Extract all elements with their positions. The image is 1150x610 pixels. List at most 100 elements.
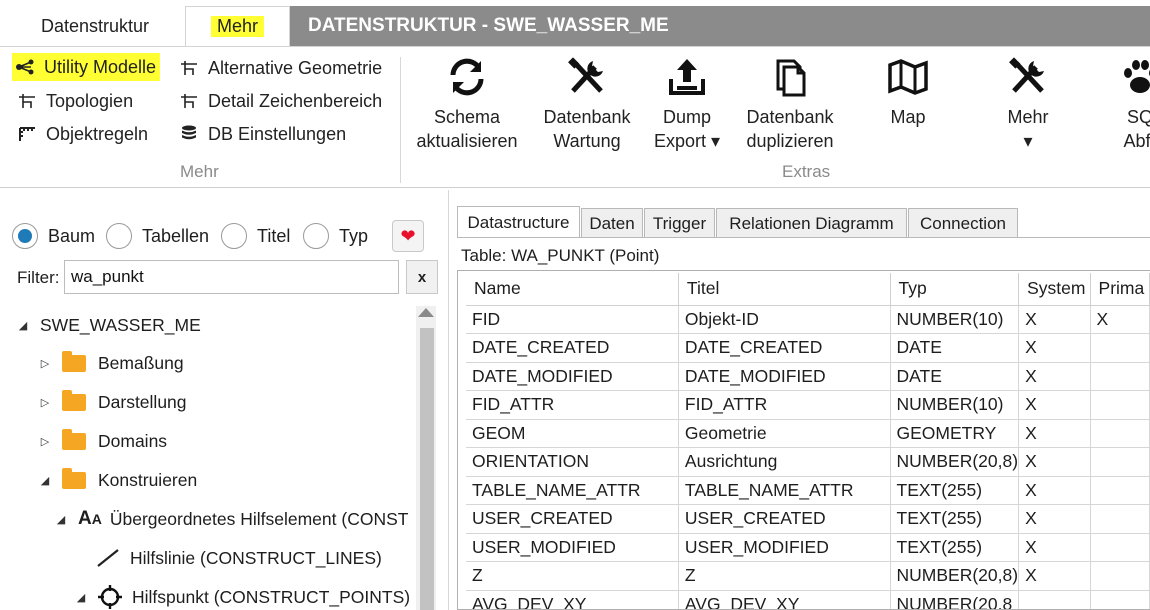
tree-node-konstruieren[interactable]: ◢ Konstruieren — [36, 465, 197, 495]
tree-node-darstellung[interactable]: ▷ Darstellung — [36, 387, 187, 417]
tree-node-root[interactable]: ◢ SWE_WASSER_ME — [14, 310, 201, 340]
table-cell[interactable] — [1090, 390, 1150, 420]
table-row[interactable]: TABLE_NAME_ATTR TABLE_NAME_ATTR TEXT(255) X — [466, 476, 1150, 505]
table-cell[interactable] — [1090, 362, 1150, 391]
table-cell[interactable]: DATE_MODIFIED — [466, 362, 679, 391]
table-cell[interactable]: Z — [466, 561, 679, 591]
favorites-button[interactable]: ❤ — [392, 220, 424, 252]
column-header[interactable]: Prima — [1090, 273, 1150, 306]
table-cell[interactable] — [1090, 561, 1150, 591]
table-cell[interactable]: DATE — [890, 333, 1020, 363]
table-cell[interactable] — [1090, 590, 1150, 609]
column-header[interactable]: Typ — [890, 273, 1020, 306]
table-cell[interactable]: X — [1018, 390, 1091, 420]
column-header[interactable]: Titel — [678, 273, 891, 306]
tab-connection[interactable]: Connection — [908, 208, 1018, 238]
table-cell[interactable]: NUMBER(20,8) — [890, 561, 1020, 591]
table-cell[interactable]: X — [1018, 333, 1091, 363]
table-cell[interactable]: ORIENTATION — [466, 447, 679, 477]
radio-tabellen[interactable]: Tabellen — [106, 220, 209, 252]
table-cell[interactable]: TEXT(255) — [890, 533, 1020, 562]
tab-datastructure[interactable]: Datastructure — [457, 206, 580, 238]
table-cell[interactable] — [1090, 447, 1150, 477]
table-cell[interactable]: NUMBER(10) — [890, 390, 1020, 420]
table-cell[interactable] — [1090, 504, 1150, 534]
tree-node-bemassung[interactable]: ▷ Bemaßung — [36, 348, 184, 378]
collapsed-arrow-icon[interactable]: ▷ — [36, 435, 54, 448]
expanded-arrow-icon[interactable]: ◢ — [72, 591, 90, 604]
objektregeln-button[interactable]: Objektregeln — [14, 120, 148, 148]
table-cell[interactable] — [1090, 333, 1150, 363]
table-cell[interactable]: TEXT(255) — [890, 504, 1020, 534]
mehr-dropdown-button[interactable]: Mehr ▾ — [988, 55, 1068, 153]
table-cell[interactable]: AVG_DEV_XY — [678, 590, 891, 609]
collapsed-arrow-icon[interactable]: ▷ — [36, 396, 54, 409]
table-cell[interactable]: X — [1018, 362, 1091, 391]
table-row[interactable]: AVG_DEV_XY AVG_DEV_XY NUMBER(20,8 — [466, 590, 1150, 609]
table-cell[interactable] — [1018, 590, 1091, 609]
utility-modelle-button[interactable]: Utility Modelle — [12, 53, 161, 81]
table-cell[interactable]: GEOM — [466, 419, 679, 448]
db-einstellungen-button[interactable]: DB Einstellungen — [176, 120, 346, 148]
table-cell[interactable]: USER_MODIFIED — [466, 533, 679, 562]
topologien-button[interactable]: Topologien — [14, 87, 133, 115]
table-row[interactable]: FID_ATTR FID_ATTR NUMBER(10) X — [466, 390, 1150, 420]
column-header[interactable]: Name — [466, 273, 679, 306]
table-cell[interactable]: X — [1018, 561, 1091, 591]
radio-typ[interactable]: Typ — [303, 220, 368, 252]
table-row[interactable]: DATE_CREATED DATE_CREATED DATE X — [466, 333, 1150, 363]
table-row[interactable]: ORIENTATION Ausrichtung NUMBER(20,8) X — [466, 447, 1150, 477]
schema-aktualisieren-button[interactable]: Schema aktualisieren — [412, 55, 522, 153]
table-row[interactable]: Z Z NUMBER(20,8) X — [466, 561, 1150, 591]
column-header[interactable]: System — [1018, 273, 1091, 306]
alternative-geometrie-button[interactable]: Alternative Geometrie — [176, 54, 382, 82]
table-cell[interactable]: TABLE_NAME_ATTR — [678, 476, 891, 505]
table-cell[interactable]: DATE — [890, 362, 1020, 391]
table-cell[interactable]: X — [1018, 305, 1091, 334]
tab-daten[interactable]: Daten — [581, 208, 643, 238]
table-cell[interactable]: X — [1090, 305, 1150, 334]
table-cell[interactable]: DATE_CREATED — [678, 333, 891, 363]
clear-filter-button[interactable]: x — [406, 260, 438, 294]
table-cell[interactable]: Z — [678, 561, 891, 591]
table-cell[interactable]: X — [1018, 447, 1091, 477]
tree-scrollbar[interactable] — [416, 306, 436, 610]
expanded-arrow-icon[interactable]: ◢ — [36, 474, 54, 487]
table-cell[interactable]: NUMBER(20,8) — [890, 447, 1020, 477]
table-cell[interactable]: Objekt-ID — [678, 305, 891, 334]
map-button[interactable]: Map — [868, 55, 948, 129]
tab-mehr[interactable]: Mehr — [185, 6, 290, 46]
radio-titel[interactable]: Titel — [221, 220, 290, 252]
table-cell[interactable]: FID_ATTR — [466, 390, 679, 420]
scrollbar-thumb[interactable] — [420, 328, 434, 610]
detail-zeichenbereich-button[interactable]: Detail Zeichenbereich — [176, 87, 382, 115]
table-cell[interactable]: USER_CREATED — [466, 504, 679, 534]
table-cell[interactable] — [1090, 476, 1150, 505]
table-cell[interactable]: NUMBER(10) — [890, 305, 1020, 334]
datenbank-duplizieren-button[interactable]: Datenbank duplizieren — [738, 55, 842, 153]
table-cell[interactable]: USER_CREATED — [678, 504, 891, 534]
table-cell[interactable]: AVG_DEV_XY — [466, 590, 679, 609]
table-cell[interactable]: DATE_CREATED — [466, 333, 679, 363]
expanded-arrow-icon[interactable]: ◢ — [52, 513, 70, 526]
tab-datenstruktur[interactable]: Datenstruktur — [6, 6, 184, 46]
expanded-arrow-icon[interactable]: ◢ — [14, 319, 32, 332]
table-cell[interactable]: NUMBER(20,8 — [890, 590, 1020, 609]
table-cell[interactable]: TABLE_NAME_ATTR — [466, 476, 679, 505]
table-cell[interactable]: Ausrichtung — [678, 447, 891, 477]
tree-node-domains[interactable]: ▷ Domains — [36, 426, 167, 456]
table-cell[interactable]: Geometrie — [678, 419, 891, 448]
table-cell[interactable]: GEOMETRY — [890, 419, 1020, 448]
table-row[interactable]: DATE_MODIFIED DATE_MODIFIED DATE X — [466, 362, 1150, 391]
table-cell[interactable]: FID_ATTR — [678, 390, 891, 420]
table-cell[interactable]: X — [1018, 419, 1091, 448]
table-cell[interactable]: USER_MODIFIED — [678, 533, 891, 562]
table-row[interactable]: USER_MODIFIED USER_MODIFIED TEXT(255) X — [466, 533, 1150, 562]
tree-node-hilfslinie[interactable]: Hilfslinie (CONSTRUCT_LINES) — [96, 543, 382, 573]
sql-abfrage-button[interactable]: SQ Abfr — [1100, 55, 1150, 153]
dump-export-button[interactable]: Dump Export ▾ — [645, 55, 729, 153]
tree-node-hilfselement[interactable]: ◢ AA Übergeordnetes Hilfselement (CONST — [52, 504, 409, 534]
tab-trigger[interactable]: Trigger — [644, 208, 715, 238]
tab-relationen-diagramm[interactable]: Relationen Diagramm — [716, 208, 907, 238]
table-cell[interactable]: TEXT(255) — [890, 476, 1020, 505]
